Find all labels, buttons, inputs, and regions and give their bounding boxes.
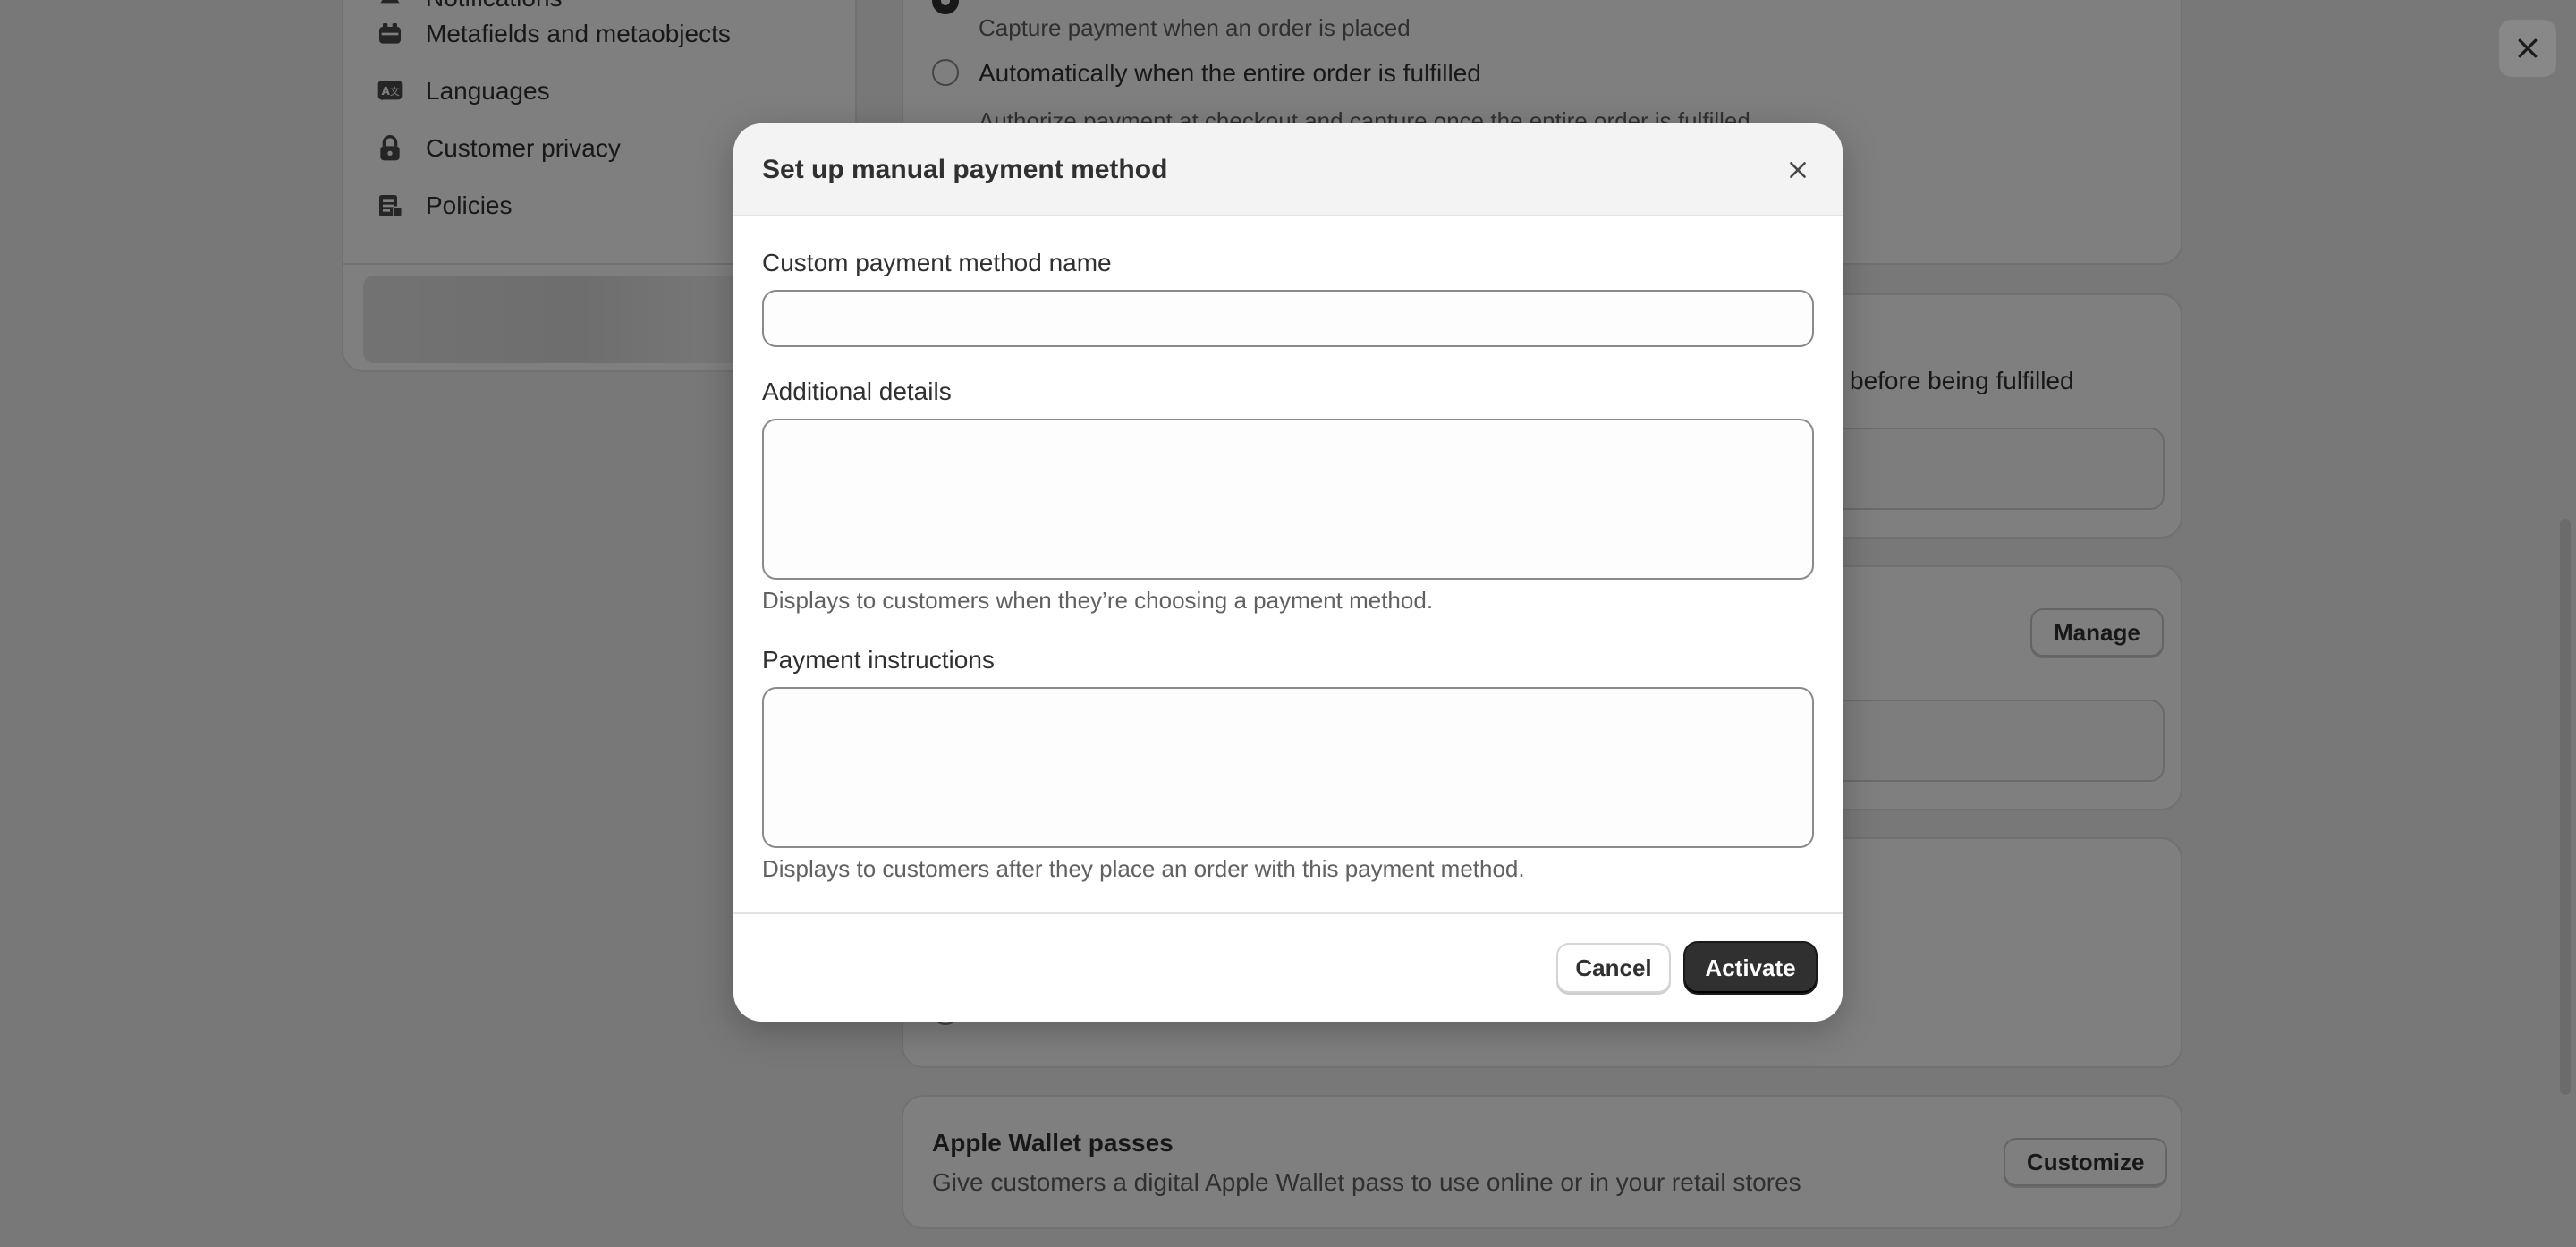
payment-instructions-textarea[interactable] <box>762 687 1814 848</box>
payment-instructions-help: Displays to customers after they place a… <box>762 855 1525 882</box>
additional-details-help: Displays to customers when they’re choos… <box>762 587 1434 614</box>
modal-title: Set up manual payment method <box>762 155 1168 184</box>
additional-details-label: Additional details <box>762 377 952 405</box>
close-icon <box>2518 38 2538 58</box>
cancel-button[interactable]: Cancel <box>1556 943 1671 993</box>
close-settings-button[interactable] <box>2499 20 2556 77</box>
modal-close-button[interactable] <box>1778 150 1818 190</box>
modal-footer-divider <box>733 912 1843 914</box>
modal-header: Set up manual payment method <box>733 123 1843 216</box>
activate-button[interactable]: Activate <box>1685 943 1816 993</box>
payment-name-label: Custom payment method name <box>762 249 1112 276</box>
payment-instructions-label: Payment instructions <box>762 646 995 674</box>
manual-payment-modal: Set up manual payment method Custom paym… <box>733 123 1843 1022</box>
scrollbar-thumb[interactable] <box>2560 519 2571 1095</box>
additional-details-textarea[interactable] <box>762 419 1814 580</box>
settings-page: Notifications Metafields and metaobjects… <box>0 0 2576 1247</box>
payment-name-input[interactable] <box>762 290 1814 347</box>
close-icon <box>1790 162 1806 178</box>
